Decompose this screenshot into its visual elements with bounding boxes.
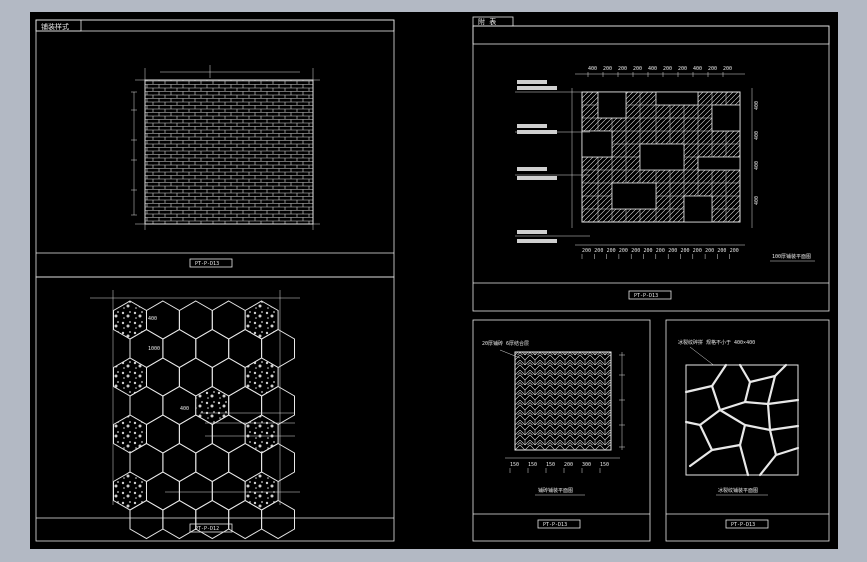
cad-drawing-sheet: 铺装样式 PT-P-D13 PT-P-D12 400 1000 400 附 表 … (0, 0, 867, 562)
plan-caption: 100厚铺装平面图 (772, 253, 811, 260)
panel-title: 附 表 (478, 17, 496, 26)
dimension-label: 150 (510, 462, 519, 468)
dimension-label: 200 (618, 66, 627, 72)
dimension-label: 200 (631, 248, 640, 254)
stone-slab (711, 104, 741, 132)
stone-slab (697, 156, 741, 171)
dimension-label: 400 (754, 161, 760, 170)
brick-paving-field (144, 79, 314, 225)
dimension-label: 200 (730, 248, 739, 254)
dimension-label: 150 (546, 462, 555, 468)
dimension-label: 200 (717, 248, 726, 254)
stone-slab (639, 143, 685, 171)
ice-crack-paving-field (685, 364, 799, 476)
dimension-label: 300 (582, 462, 591, 468)
dimension-label: 200 (723, 66, 732, 72)
dim-label-400: 400 (148, 316, 157, 322)
dimension-label: 200 (619, 248, 628, 254)
dimension-label: 200 (693, 248, 702, 254)
dimension-label: 200 (582, 248, 591, 254)
dimension-label: 200 (594, 248, 603, 254)
stone-slab (581, 130, 613, 158)
dimension-label: 200 (564, 462, 573, 468)
dimension-label: 150 (600, 462, 609, 468)
ice-crack-caption: 冰裂纹铺装平面图 (718, 487, 758, 494)
dimension-label: 400 (693, 66, 702, 72)
dimension-label: 150 (528, 462, 537, 468)
dimension-label: 200 (668, 248, 677, 254)
drawing-stamp: PT-P-D13 (543, 522, 567, 528)
dimension-label: 400 (754, 101, 760, 110)
dimension-label: 200 (678, 66, 687, 72)
dimension-label: 200 (656, 248, 665, 254)
dimension-label: 200 (603, 66, 612, 72)
drawing-stamp: PT-P-D13 (731, 522, 755, 528)
dimension-label: 400 (648, 66, 657, 72)
dimension-label: 400 (754, 131, 760, 140)
dimension-label: 200 (633, 66, 642, 72)
material-label: 冰裂纹碎拼 规格不小于 400×400 (678, 339, 755, 346)
drawing-stamp: PT-P-D13 (634, 293, 658, 299)
dimension-label: 200 (663, 66, 672, 72)
stone-slab (655, 91, 699, 106)
stone-slab (683, 195, 713, 223)
dim-label-400b: 400 (180, 406, 189, 412)
dimension-label: 200 (708, 66, 717, 72)
dimension-label: 200 (681, 248, 690, 254)
herringbone-paving-field (514, 351, 612, 451)
herringbone-caption: 铺砖铺装平面图 (538, 487, 573, 494)
stone-slab (611, 182, 657, 210)
dimension-label: 400 (754, 196, 760, 205)
stone-slab (597, 91, 627, 119)
dimension-label: 400 (588, 66, 597, 72)
dimension-label: 200 (644, 248, 653, 254)
panel-title: 铺装样式 (41, 22, 69, 31)
dimension-label: 200 (705, 248, 714, 254)
dimension-label: 200 (607, 248, 616, 254)
dim-label-1000: 1000 (148, 346, 160, 352)
material-label: 20厚铺砖 6厚结合层 (482, 340, 529, 347)
drawing-stamp: PT-P-D13 (195, 261, 219, 267)
